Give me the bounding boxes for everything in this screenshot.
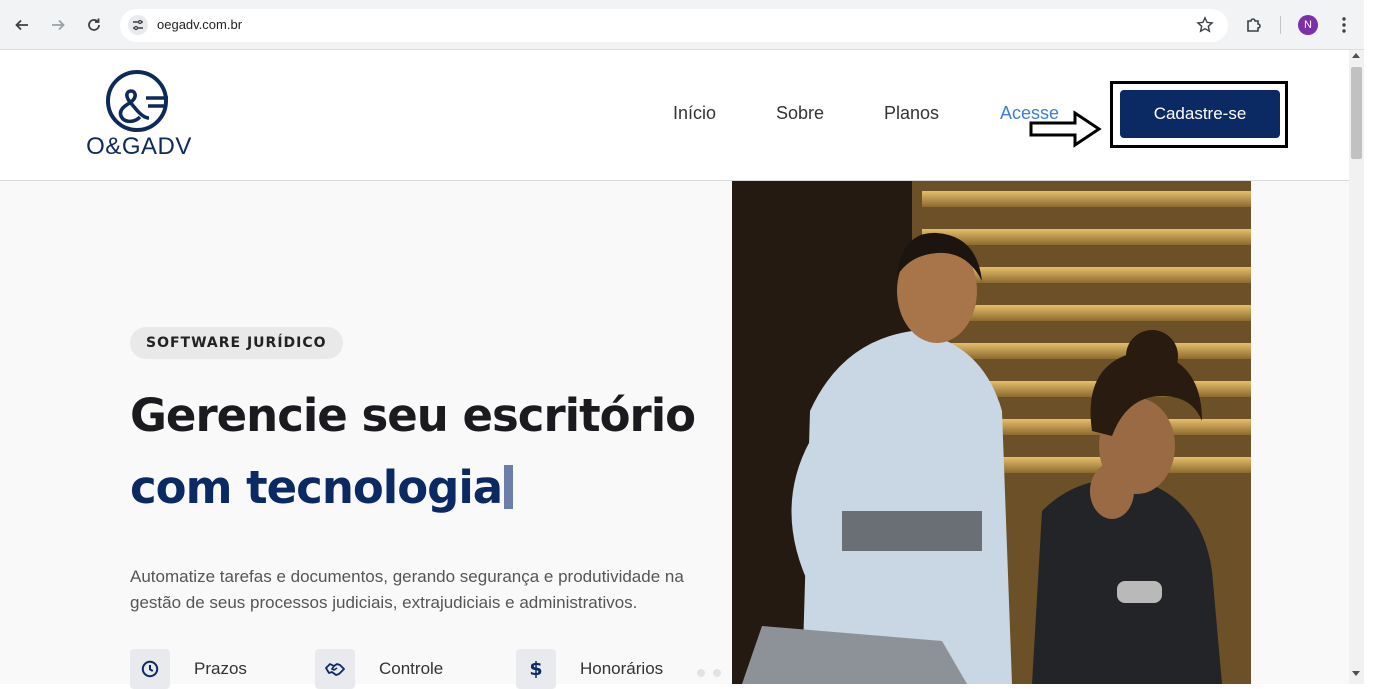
forward-button[interactable] — [44, 11, 72, 39]
address-bar[interactable]: oegadv.com.br — [120, 9, 1228, 42]
site-logo[interactable]: O&GADV — [84, 70, 194, 162]
reload-button[interactable] — [80, 11, 108, 39]
clock-icon — [130, 649, 170, 689]
dollar-icon: $ — [516, 649, 556, 689]
signup-button[interactable]: Cadastre-se — [1120, 90, 1280, 138]
feature-prazos[interactable]: Prazos — [130, 649, 247, 689]
feature-controle[interactable]: Controle — [315, 649, 443, 689]
hero-section: SOFTWARE JURÍDICO Gerencie seu escritóri… — [0, 181, 1349, 689]
profile-avatar[interactable]: N — [1298, 15, 1318, 35]
browser-toolbar: oegadv.com.br N — [0, 0, 1376, 50]
feature-label: Controle — [379, 659, 444, 678]
nav-inicio[interactable]: Início — [673, 103, 716, 124]
carousel-dots — [697, 669, 721, 677]
scroll-down-arrow-icon[interactable] — [1352, 671, 1360, 676]
kebab-menu-icon — [1342, 17, 1346, 33]
feature-label: Honorários — [580, 659, 664, 678]
scroll-thumb[interactable] — [1351, 67, 1362, 159]
scroll-up-arrow-icon[interactable] — [1352, 53, 1360, 58]
feature-label: Prazos — [194, 659, 247, 678]
bookmark-star-icon[interactable] — [1196, 16, 1214, 38]
reload-icon — [88, 18, 100, 31]
puzzle-icon — [1247, 18, 1261, 32]
nav-sobre[interactable]: Sobre — [776, 103, 824, 124]
extensions-button[interactable] — [1240, 11, 1268, 39]
hero-description: Automatize tarefas e documentos, gerando… — [130, 567, 684, 612]
back-arrow-icon — [15, 19, 28, 31]
handshake-icon — [315, 649, 355, 689]
feature-honorarios[interactable]: $ Honorários — [516, 649, 663, 689]
site-settings-icon[interactable] — [128, 15, 148, 35]
hero-title-line1: Gerencie seu escritório — [130, 389, 696, 442]
window-edge — [1364, 0, 1376, 684]
back-button[interactable] — [8, 11, 36, 39]
page-scrollbar[interactable] — [1349, 50, 1364, 684]
carousel-dot[interactable] — [713, 669, 721, 677]
category-badge: SOFTWARE JURÍDICO — [130, 327, 343, 359]
carousel-dot[interactable] — [697, 669, 705, 677]
pointer-arrow-icon — [1029, 110, 1102, 148]
logo-mark-icon — [106, 70, 168, 132]
office-people-illustration — [732, 181, 1251, 684]
typing-caret — [504, 465, 514, 509]
logo-wordmark: O&GADV — [86, 133, 192, 160]
hero-photo — [732, 181, 1251, 684]
forward-arrow-icon — [52, 19, 65, 31]
hero-title-highlight: com tecnologia — [130, 461, 503, 514]
browser-menu-button[interactable] — [1330, 11, 1358, 39]
toolbar-separator — [1280, 16, 1281, 34]
nav-planos[interactable]: Planos — [884, 103, 939, 124]
hero-title-line2: com tecnologia — [130, 461, 514, 514]
site-header: O&GADV Início Sobre Planos Acesse Cadast… — [0, 50, 1349, 181]
url-text: oegadv.com.br — [157, 17, 243, 32]
